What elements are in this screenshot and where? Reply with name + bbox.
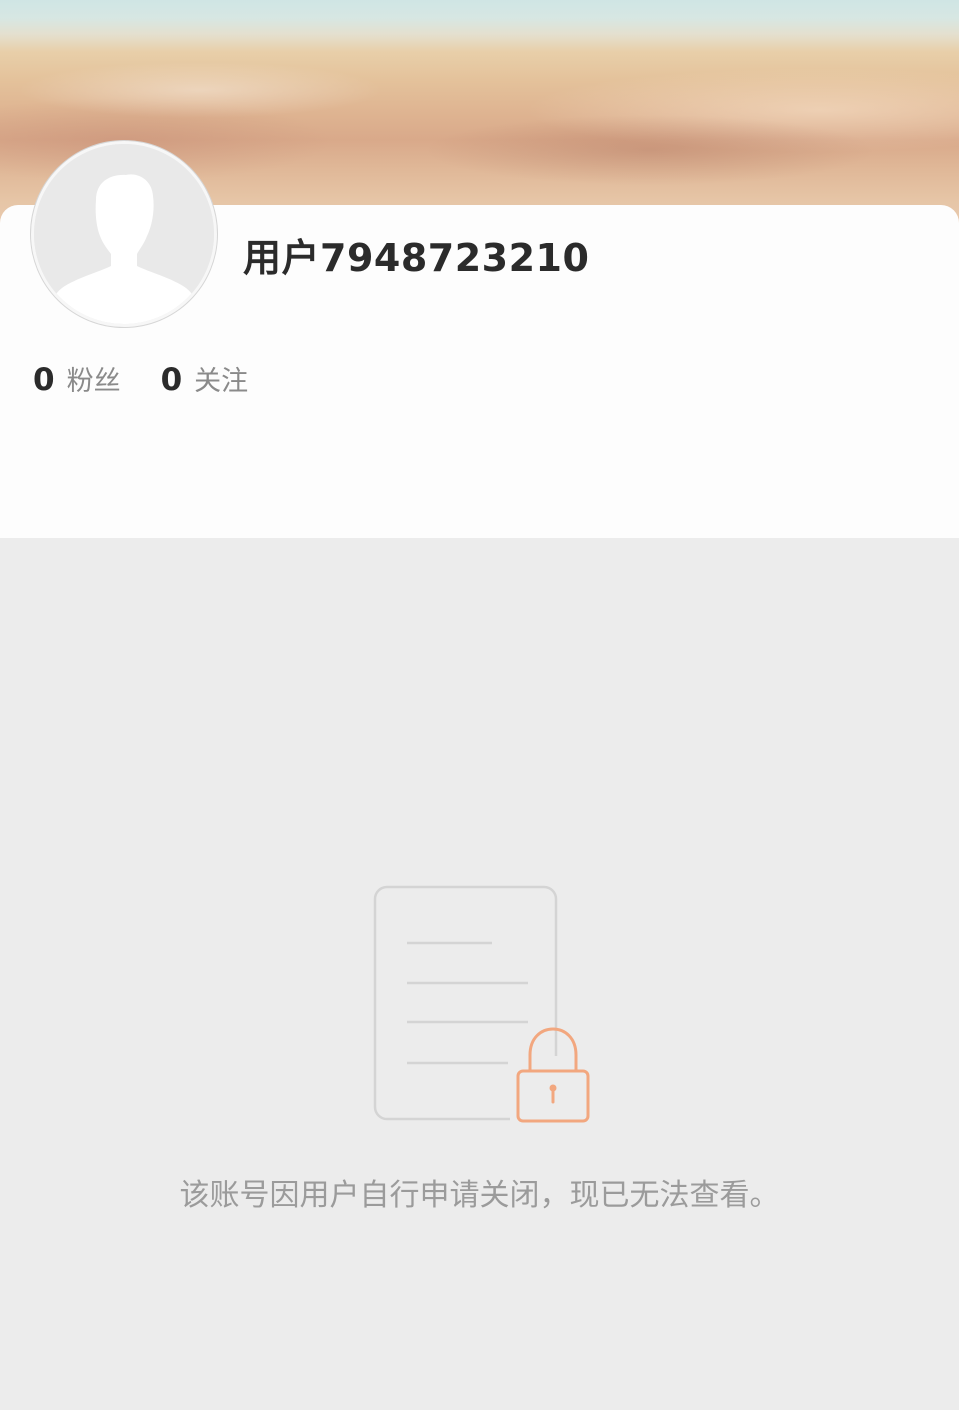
followers-stat[interactable]: 0 粉丝	[33, 359, 121, 398]
following-stat[interactable]: 0 关注	[161, 359, 249, 398]
username: 用户7948723210	[243, 236, 590, 280]
default-avatar-icon	[34, 144, 214, 324]
avatar[interactable]	[31, 141, 217, 327]
followers-label: 粉丝	[66, 365, 121, 397]
profile-stats: 0 粉丝 0 关注	[33, 356, 288, 400]
following-label: 关注	[194, 365, 249, 397]
following-count: 0	[160, 361, 183, 398]
account-closed-message: 该账号因用户自行申请关闭，现已无法查看。	[179, 1178, 780, 1213]
followers-count: 0	[33, 361, 55, 398]
locked-document-icon	[370, 882, 594, 1126]
